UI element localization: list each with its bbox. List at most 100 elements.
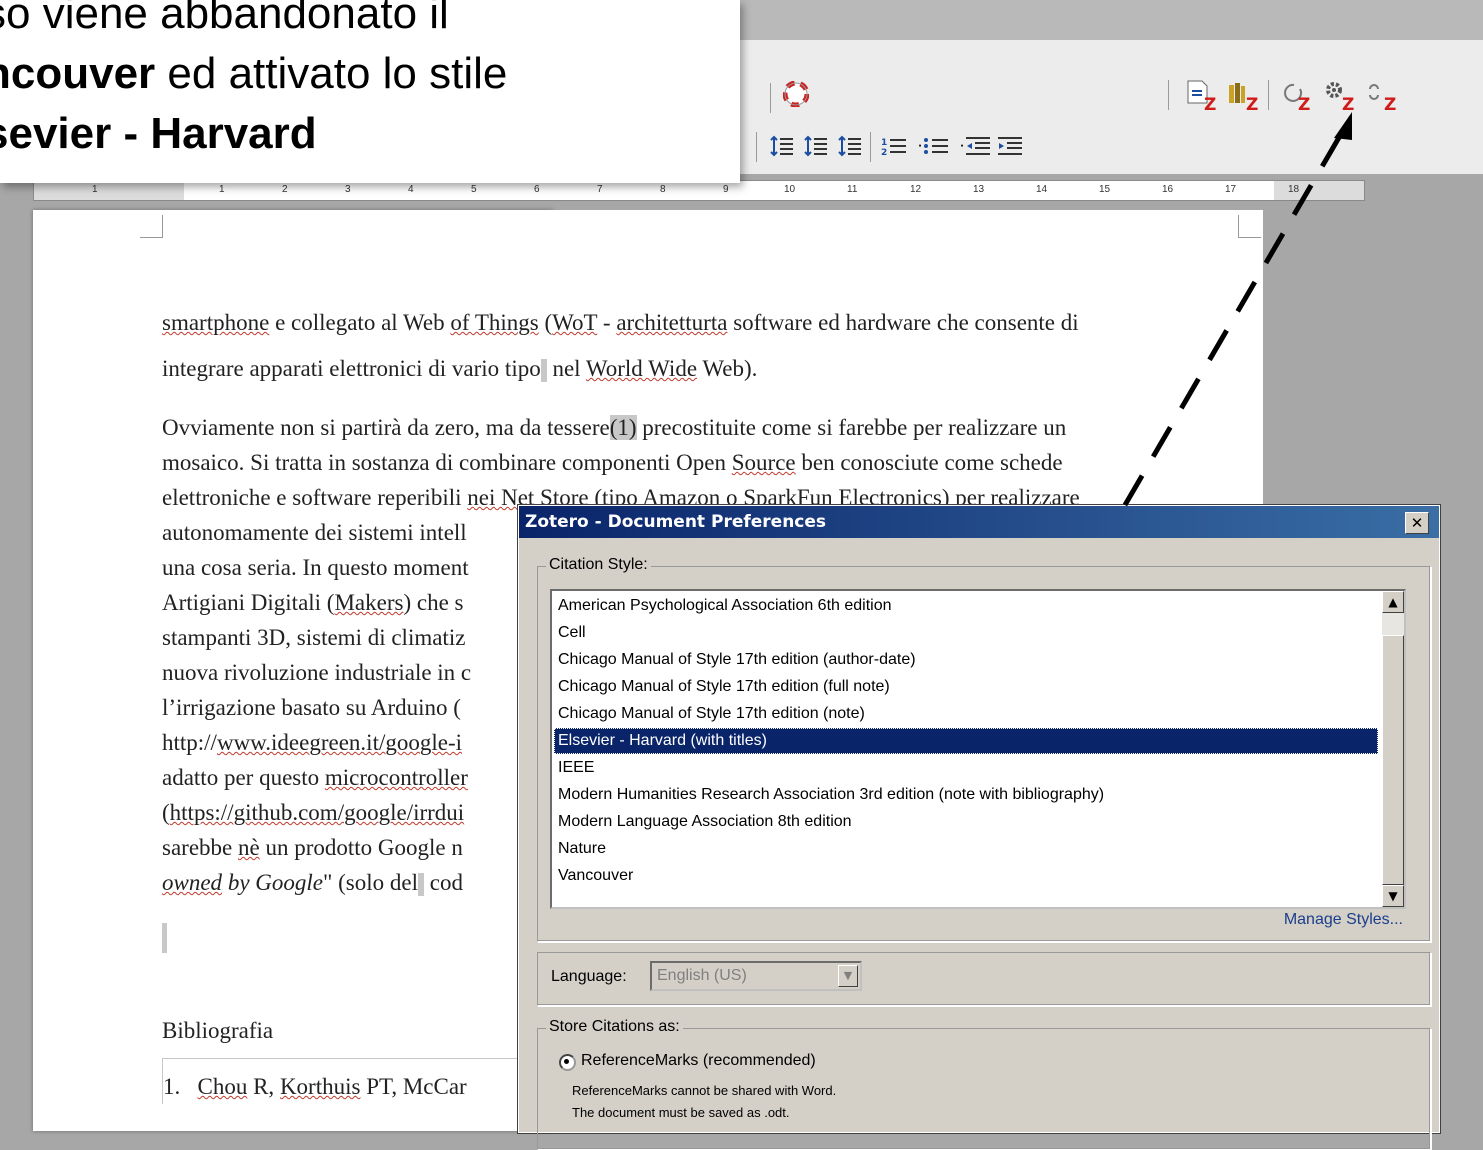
text-run: of Things bbox=[450, 310, 539, 335]
text-run: architetturta bbox=[616, 310, 728, 335]
zotero-refresh-icon[interactable]: Z bbox=[1278, 78, 1314, 112]
text-run: Makers bbox=[334, 590, 404, 615]
callout-line-1: so viene abbandonato il bbox=[0, 0, 449, 38]
style-option[interactable]: Modern Humanities Research Association 3… bbox=[558, 782, 1378, 808]
ruler-tick: 4 bbox=[408, 184, 414, 195]
text-run: owned bbox=[162, 870, 223, 895]
svg-text:Z: Z bbox=[1298, 95, 1310, 111]
svg-text:2: 2 bbox=[881, 148, 887, 157]
style-option[interactable]: Cell bbox=[558, 620, 1378, 646]
text-line: Ovviamente non si partirà da zero, ma da… bbox=[162, 410, 1242, 445]
zotero-document-preferences-icon[interactable]: Z bbox=[1322, 78, 1358, 112]
style-option[interactable]: Nature bbox=[558, 836, 1378, 862]
text-run: ( bbox=[162, 800, 170, 825]
text-run: ) che s bbox=[403, 590, 464, 615]
text-run: Korthuis bbox=[279, 1074, 361, 1099]
ruler-tick: 6 bbox=[534, 184, 540, 195]
document-preferences-dialog[interactable]: Zotero - Document Preferences ✕ Citation… bbox=[518, 505, 1440, 1150]
text-run: WoT bbox=[552, 310, 598, 335]
text-run: Artigiani Digitali ( bbox=[162, 590, 335, 615]
ruler-tick: 7 bbox=[597, 184, 603, 195]
ruler-tick: 1 bbox=[92, 184, 98, 195]
text-run: sarebbe bbox=[162, 835, 238, 860]
toolbar-separator bbox=[756, 132, 757, 162]
dialog-title: Zotero - Document Preferences bbox=[525, 512, 827, 532]
svg-text:Z: Z bbox=[1384, 95, 1396, 111]
text-run: precostituite come si farebbe per realiz… bbox=[636, 415, 1067, 440]
ruler-tick: 10 bbox=[784, 184, 796, 195]
line-spacing-icon[interactable] bbox=[768, 132, 796, 160]
style-option[interactable]: Modern Language Association 8th edition bbox=[558, 809, 1378, 835]
text-run: ben conosciute come schede bbox=[795, 450, 1063, 475]
citation-style-label: Citation Style: bbox=[546, 556, 651, 574]
margin-corner-mark bbox=[1238, 215, 1261, 238]
margin-corner-mark bbox=[140, 215, 163, 238]
text-run: Ovviamente non si partirà da zero, ma da… bbox=[162, 415, 610, 440]
text-run: mosaico. Si tratta in sostanza di combin… bbox=[162, 450, 732, 475]
paragraph-spacing-icon[interactable] bbox=[802, 132, 830, 160]
dialog-titlebar[interactable]: Zotero - Document Preferences ✕ bbox=[519, 506, 1439, 538]
style-option[interactable]: Chicago Manual of Style 17th edition (no… bbox=[558, 701, 1378, 727]
close-button[interactable]: ✕ bbox=[1405, 512, 1429, 534]
ruler-tick: 12 bbox=[910, 184, 922, 195]
ruler-tick: 13 bbox=[973, 184, 985, 195]
text-run: World Wide bbox=[585, 356, 698, 381]
style-option[interactable]: American Psychological Association 6th e… bbox=[558, 593, 1378, 619]
horizontal-ruler[interactable]: 1 1 2 3 4 5 6 7 8 9 10 11 12 13 14 15 16… bbox=[33, 180, 1365, 201]
numbering-icon[interactable]: 12 bbox=[880, 132, 908, 160]
callout-line-3: sevier - Harvard bbox=[0, 112, 317, 156]
language-value: English (US) bbox=[657, 967, 747, 984]
ruler-tick: 2 bbox=[282, 184, 288, 195]
style-option[interactable]: IEEE bbox=[558, 755, 1378, 781]
manage-styles-link[interactable]: Manage Styles... bbox=[1284, 911, 1403, 929]
callout-bold: ncouver bbox=[0, 49, 156, 98]
text-run: autonomamente dei sistemi intell bbox=[162, 520, 467, 545]
scroll-down-icon[interactable]: ▼ bbox=[1382, 885, 1404, 907]
text-run: l’irrigazione basato su Arduino ( bbox=[162, 695, 461, 720]
text-run: elettroniche e software reperibili bbox=[162, 485, 468, 510]
svg-text:Z: Z bbox=[1204, 95, 1216, 111]
text-run: " (solo del bbox=[322, 870, 418, 895]
text-run: smartphone bbox=[162, 310, 270, 335]
scroll-thumb[interactable] bbox=[1382, 635, 1404, 885]
scroll-up-icon[interactable]: ▲ bbox=[1382, 591, 1404, 613]
window-titlebar bbox=[740, 0, 1483, 40]
callout-text: ed attivato lo stile bbox=[155, 49, 508, 98]
style-option[interactable]: Chicago Manual of Style 17th edition (fu… bbox=[558, 674, 1378, 700]
language-select[interactable]: English (US) ▼ bbox=[650, 961, 862, 991]
zotero-unlink-citations-icon[interactable]: Z bbox=[1364, 78, 1400, 112]
text-run: stampanti 3D, sistemi di climatiz bbox=[162, 625, 466, 650]
text-run: - bbox=[597, 310, 617, 335]
bib-number: 1. bbox=[163, 1074, 181, 1099]
citation-style-list[interactable]: American Psychological Association 6th e… bbox=[550, 589, 1406, 909]
chevron-down-icon[interactable]: ▼ bbox=[838, 965, 858, 987]
bibliography-field[interactable]: 1. Chou R, Korthuis PT, McCar bbox=[162, 1058, 523, 1104]
style-option-selected[interactable]: Elsevier - Harvard (with titles) bbox=[554, 728, 1378, 754]
ruler-tick: 15 bbox=[1099, 184, 1111, 195]
paragraph-spacing-decrease-icon[interactable] bbox=[836, 132, 864, 160]
zotero-add-bibliography-icon[interactable]: Z bbox=[1226, 78, 1262, 112]
referencemarks-radio-label[interactable]: ReferenceMarks (recommended) bbox=[581, 1052, 816, 1070]
style-option[interactable]: Chicago Manual of Style 17th edition (au… bbox=[558, 647, 1378, 673]
text-run: adatto per questo bbox=[162, 765, 325, 790]
toolbar-separator bbox=[1168, 80, 1169, 110]
list-scrollbar[interactable]: ▲ ▼ bbox=[1382, 591, 1404, 907]
storage-note: ReferenceMarks cannot be shared with Wor… bbox=[572, 1083, 837, 1098]
text-run: nè bbox=[238, 835, 260, 860]
zotero-add-edit-citation-icon[interactable]: Z bbox=[1184, 78, 1220, 112]
bullets-icon[interactable] bbox=[922, 132, 950, 160]
close-icon: ✕ bbox=[1410, 514, 1424, 532]
ruler-tick: 17 bbox=[1225, 184, 1237, 195]
text-run: e collegato al Web bbox=[269, 310, 451, 335]
style-option[interactable]: Vancouver bbox=[558, 863, 1378, 889]
citation-field[interactable]: (1) bbox=[609, 415, 637, 440]
toolbar-separator bbox=[1268, 80, 1269, 110]
ruler-tick: 16 bbox=[1162, 184, 1174, 195]
decrease-indent-icon[interactable] bbox=[964, 132, 992, 160]
callout-line-2: ncouver ed attivato lo stile bbox=[0, 52, 507, 96]
field-shading bbox=[162, 922, 167, 953]
help-icon[interactable] bbox=[782, 80, 810, 108]
ruler-tick: 14 bbox=[1036, 184, 1048, 195]
increase-indent-icon[interactable] bbox=[996, 132, 1024, 160]
referencemarks-radio[interactable] bbox=[559, 1054, 576, 1071]
